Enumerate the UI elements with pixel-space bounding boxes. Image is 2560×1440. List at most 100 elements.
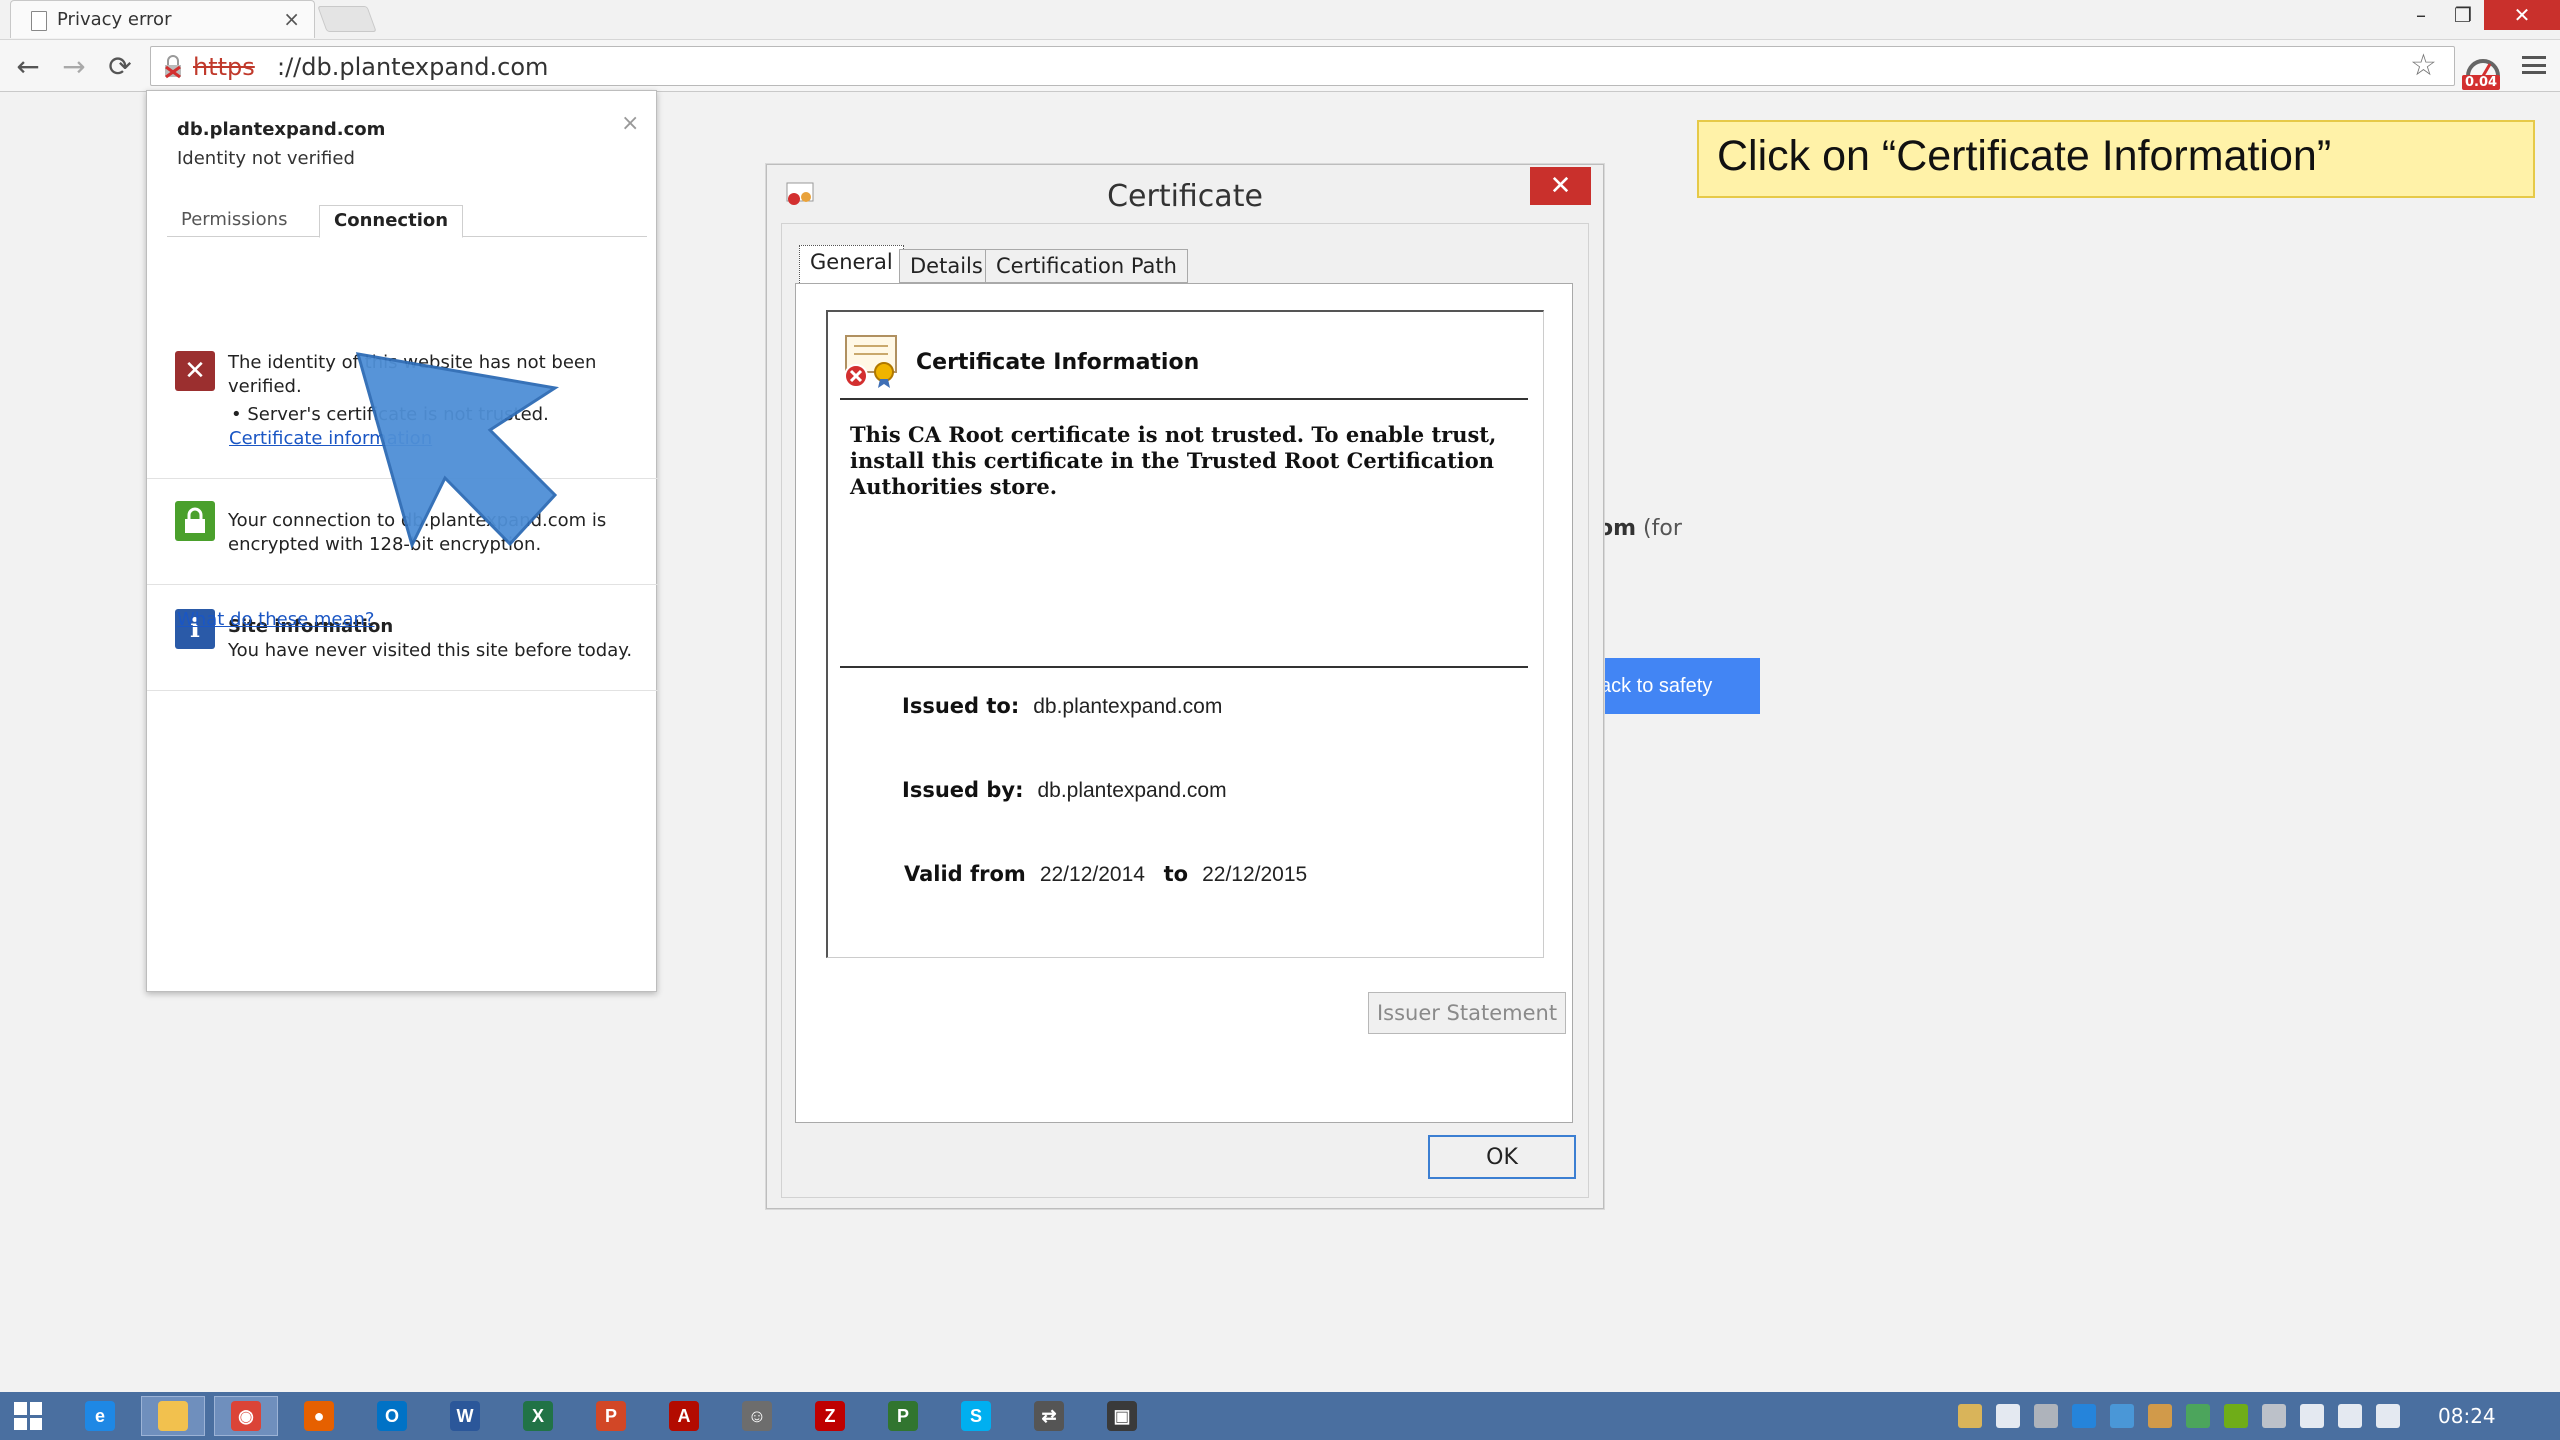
tray-icon[interactable]	[2224, 1404, 2248, 1428]
broken-lock-icon[interactable]	[163, 55, 183, 79]
tray-icon[interactable]	[2338, 1404, 2362, 1428]
tab-certification-path[interactable]: Certification Path	[985, 249, 1188, 283]
dialog-title: Certificate	[1107, 179, 1263, 214]
reload-icon[interactable]: ⟳	[100, 46, 140, 86]
tray-icon[interactable]	[2148, 1404, 2172, 1428]
certificate-dialog: Certificate ✕ General Details Certificat…	[766, 164, 1604, 1209]
windows-taskbar: e ◉ ● O W X P A ☺ Z P S ⇄ ▣ 08:24	[0, 1392, 2560, 1440]
page-icon	[31, 11, 47, 31]
taskbar-firefox-icon[interactable]: ●	[287, 1396, 351, 1436]
tutorial-annotation: Click on “Certificate Information”	[1697, 120, 2535, 198]
browser-toolbar: ← → ⟳ https ://db.plantexpand.com	[0, 40, 2560, 92]
restore-button[interactable]: ❐	[2442, 0, 2484, 30]
project-icon: P	[888, 1401, 918, 1431]
certificate-info-box: Certificate Information This CA Root cer…	[826, 310, 1544, 958]
tray-icon[interactable]	[1996, 1404, 2020, 1428]
acrobat-icon: A	[669, 1401, 699, 1431]
taskbar-project-icon[interactable]: P	[871, 1396, 935, 1436]
tab-close-icon[interactable]: ×	[283, 7, 300, 31]
url-scheme: https	[193, 53, 255, 81]
ok-button[interactable]: OK	[1428, 1135, 1576, 1179]
taskbar-outlook-icon[interactable]: O	[360, 1396, 424, 1436]
bubble-tabs: Permissions Connection	[167, 199, 647, 238]
divider	[840, 666, 1528, 668]
validity-row: Valid from 22/12/2014 to 22/12/2015	[904, 862, 1307, 887]
tray-icon[interactable]	[2300, 1404, 2324, 1428]
what-do-these-mean-link[interactable]: What do these mean?	[177, 609, 375, 630]
issued-by-label: Issued by:	[902, 778, 1024, 802]
bubble-close-icon[interactable]: ×	[621, 111, 639, 136]
taskbar-acrobat-icon[interactable]: A	[652, 1396, 716, 1436]
issuer-statement-button[interactable]: Issuer Statement	[1368, 992, 1566, 1034]
tray-icon[interactable]	[1958, 1404, 1982, 1428]
taskbar-gimp-icon[interactable]: ☺	[725, 1396, 789, 1436]
certificate-info-title: Certificate Information	[916, 350, 1200, 375]
taskbar-chrome-icon[interactable]: ◉	[214, 1396, 278, 1436]
windows-start-icon[interactable]	[14, 1402, 42, 1430]
identity-error-icon: ✕	[175, 351, 215, 391]
taskbar-file-explorer-icon[interactable]	[141, 1396, 205, 1436]
file-explorer-icon	[158, 1401, 188, 1431]
taskbar-network-tool-icon[interactable]: ⇄	[1017, 1396, 1081, 1436]
gimp-icon: ☺	[742, 1401, 772, 1431]
pointer-arrow-icon	[355, 352, 560, 550]
excel-icon: X	[523, 1401, 553, 1431]
bookmark-star-icon[interactable]: ☆	[2410, 48, 2437, 83]
tab-general[interactable]: General	[799, 245, 904, 285]
tray-icon[interactable]	[2110, 1404, 2134, 1428]
taskbar-filezilla-icon[interactable]: Z	[798, 1396, 862, 1436]
site-domain: db.plantexpand.com	[177, 119, 386, 140]
site-information-section: i Site information You have never visite…	[147, 587, 658, 691]
skype-icon: S	[961, 1401, 991, 1431]
issued-by-value: db.plantexpand.com	[1037, 779, 1227, 802]
word-icon: W	[450, 1401, 480, 1431]
taskbar-internet-explorer-icon[interactable]: e	[68, 1396, 132, 1436]
tray-icon[interactable]	[2034, 1404, 2058, 1428]
taskbar-powerpoint-icon[interactable]: P	[579, 1396, 643, 1436]
issued-to-label: Issued to:	[902, 694, 1020, 718]
tab-permissions[interactable]: Permissions	[167, 205, 301, 237]
taskbar-terminal-icon[interactable]: ▣	[1090, 1396, 1154, 1436]
outlook-icon: O	[377, 1401, 407, 1431]
extension-icon[interactable]: 0.04	[2462, 50, 2504, 90]
forward-arrow-icon[interactable]: →	[54, 46, 94, 86]
valid-to-label: to	[1163, 862, 1189, 886]
system-clock: 08:24	[2438, 1404, 2496, 1428]
url-host: ://db.plantexpand.com	[277, 53, 549, 81]
tray-icon[interactable]	[2186, 1404, 2210, 1428]
filezilla-icon: Z	[815, 1401, 845, 1431]
divider	[840, 398, 1528, 400]
browser-tab[interactable]: Privacy error ×	[10, 0, 315, 38]
interstitial-text-fragment: om (for	[1598, 516, 1682, 541]
valid-from-date: 22/12/2014	[1039, 863, 1145, 886]
menu-icon[interactable]	[2522, 52, 2546, 78]
trust-warning: This CA Root certificate is not trusted.…	[850, 422, 1497, 499]
tray-icon[interactable]	[2376, 1404, 2400, 1428]
issued-by-row: Issued by: db.plantexpand.com	[902, 778, 1227, 803]
tray-icon[interactable]	[2072, 1404, 2096, 1428]
network-tool-icon: ⇄	[1034, 1401, 1064, 1431]
new-tab-button[interactable]	[317, 6, 377, 32]
identity-status: Identity not verified	[177, 148, 355, 169]
tray-icon[interactable]	[2262, 1404, 2286, 1428]
site-information-desc: You have never visited this site before …	[228, 640, 633, 661]
address-bar[interactable]: https ://db.plantexpand.com	[150, 46, 2455, 86]
tab-details[interactable]: Details	[899, 249, 994, 283]
firefox-icon: ●	[304, 1401, 334, 1431]
taskbar-excel-icon[interactable]: X	[506, 1396, 570, 1436]
valid-from-label: Valid from	[904, 862, 1026, 886]
back-to-safety-button[interactable]: ack to safety	[1590, 658, 1760, 714]
tab-connection[interactable]: Connection	[319, 205, 464, 238]
window-close-button[interactable]: ✕	[2484, 0, 2560, 30]
minimize-button[interactable]: –	[2400, 0, 2442, 30]
dialog-close-button[interactable]: ✕	[1530, 167, 1591, 205]
untrusted-certificate-icon	[844, 335, 897, 388]
terminal-icon: ▣	[1107, 1401, 1137, 1431]
back-arrow-icon[interactable]: ←	[8, 46, 48, 86]
internet-explorer-icon: e	[85, 1401, 115, 1431]
window-titlebar: Privacy error × – ❐ ✕	[0, 0, 2560, 40]
tab-title: Privacy error	[57, 9, 172, 30]
extension-badge: 0.04	[2462, 75, 2501, 90]
taskbar-skype-icon[interactable]: S	[944, 1396, 1008, 1436]
taskbar-word-icon[interactable]: W	[433, 1396, 497, 1436]
